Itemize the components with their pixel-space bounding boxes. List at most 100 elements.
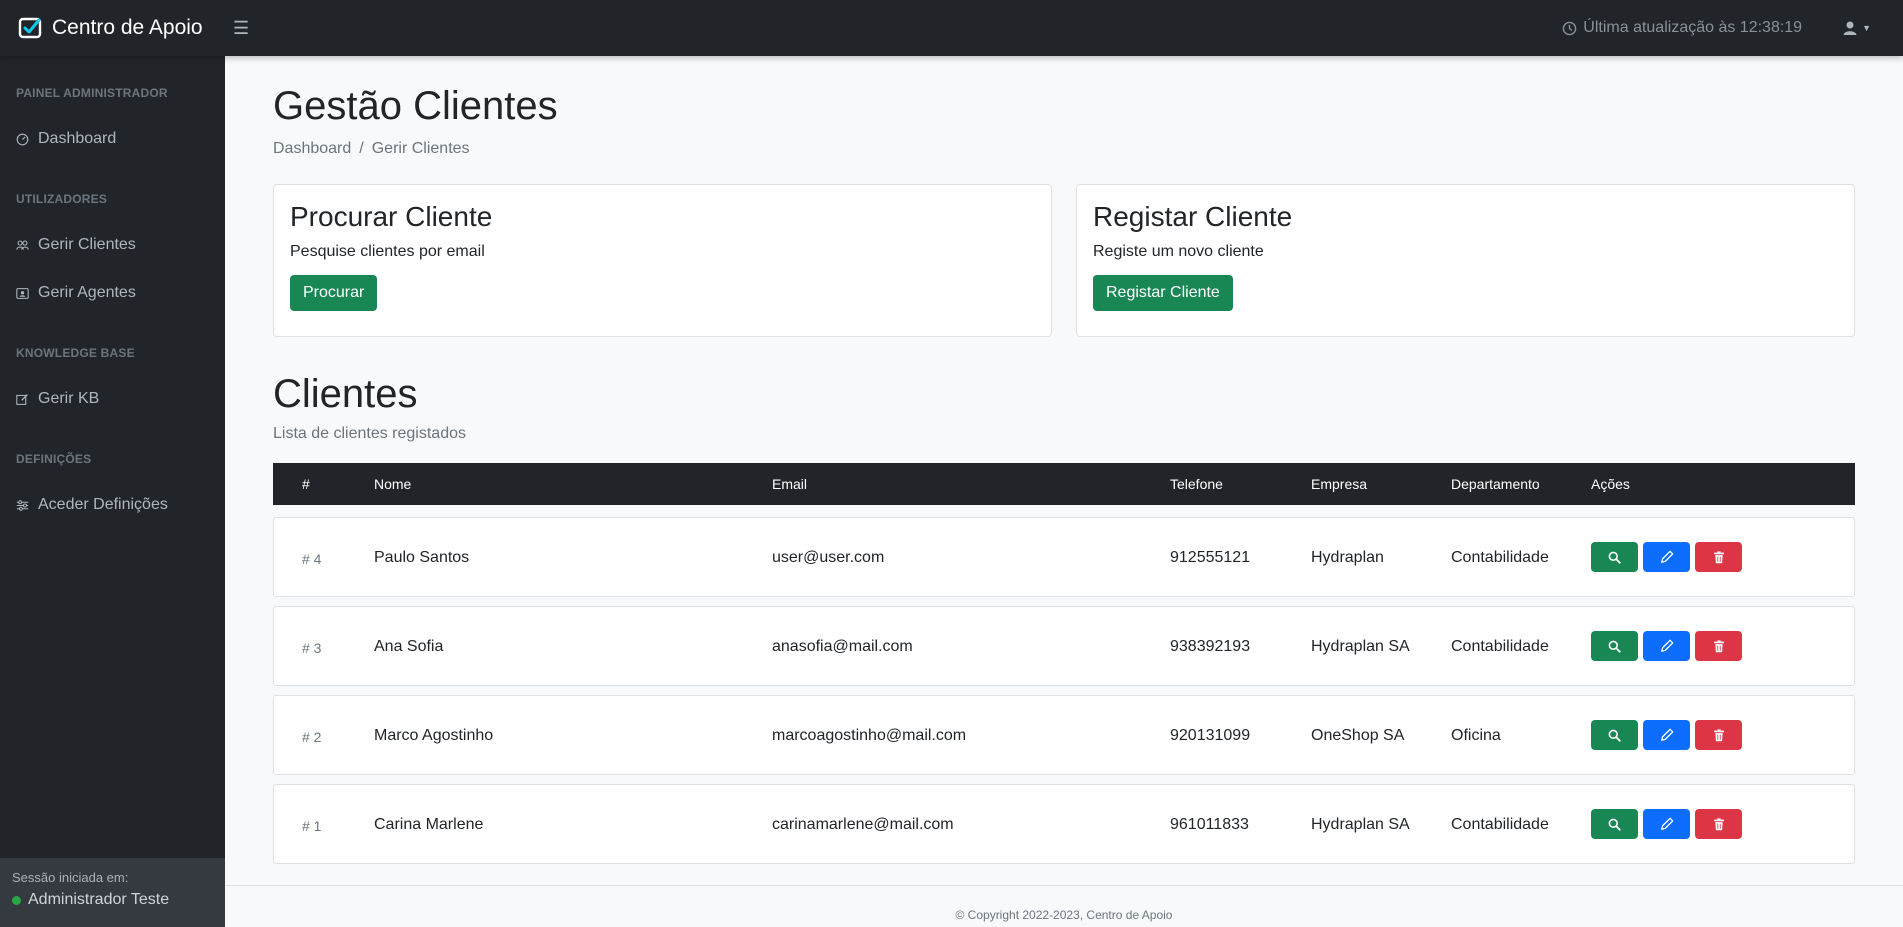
sidebar-heading-admin: PAINEL ADMINISTRADOR xyxy=(16,86,168,100)
edit-button[interactable] xyxy=(1643,631,1690,661)
session-label: Sessão iniciada em: xyxy=(12,870,129,885)
session-user-name: Administrador Teste xyxy=(28,891,170,908)
column-header: Nome xyxy=(374,476,412,492)
search-icon xyxy=(1608,640,1621,653)
last-update: Última atualização às 12:38:19 xyxy=(1562,19,1802,37)
row-email: carinamarlene@mail.com xyxy=(772,816,954,833)
sidebar-item-definicoes[interactable]: Aceder Definições xyxy=(16,496,168,514)
view-button[interactable] xyxy=(1591,809,1638,839)
sidebar-item-dashboard[interactable]: Dashboard xyxy=(16,130,116,148)
edit-button[interactable] xyxy=(1643,542,1690,572)
column-header: Email xyxy=(772,476,808,492)
sidebar-heading-users: UTILIZADORES xyxy=(16,192,108,206)
trash-icon xyxy=(1713,728,1724,741)
search-client-card: Procurar Cliente Pesquise clientes por e… xyxy=(273,184,1052,337)
register-client-button[interactable]: Registar Cliente xyxy=(1093,275,1233,311)
row-actions xyxy=(1591,720,1742,750)
column-header: Departamento xyxy=(1451,476,1540,492)
trash-icon xyxy=(1713,817,1724,830)
online-status-icon xyxy=(12,895,21,905)
row-email: anasofia@mail.com xyxy=(772,638,913,655)
table-row: # 2 Marco Agostinho marcoagostinho@mail.… xyxy=(273,695,1855,775)
column-header: Ações xyxy=(1591,476,1630,492)
row-id: # 4 xyxy=(302,551,322,567)
table-header: # Nome Email Telefone Empresa Departamen… xyxy=(273,463,1855,505)
view-button[interactable] xyxy=(1591,542,1638,572)
column-header: Empresa xyxy=(1311,476,1368,492)
table-row: # 4 Paulo Santos user@user.com 912555121… xyxy=(273,517,1855,597)
user-icon xyxy=(1843,21,1857,35)
gauge-icon xyxy=(16,133,29,145)
edit-icon xyxy=(16,393,28,405)
delete-button[interactable] xyxy=(1695,720,1742,750)
row-department: Contabilidade xyxy=(1451,549,1549,566)
view-button[interactable] xyxy=(1591,720,1638,750)
row-id: # 3 xyxy=(302,640,322,656)
copyright-text: © Copyright 2022-2023, Centro de Apoio xyxy=(955,908,1173,922)
pencil-icon xyxy=(1660,639,1673,652)
row-name: Paulo Santos xyxy=(374,549,470,566)
trash-icon xyxy=(1713,550,1724,563)
sidebar-item-label: Gerir Agentes xyxy=(38,284,136,301)
card-title: Procurar Cliente xyxy=(290,201,493,232)
card-text: Registe um novo cliente xyxy=(1093,243,1264,260)
row-company: Hydraplan SA xyxy=(1311,816,1410,833)
search-icon xyxy=(1608,729,1621,742)
brand-title: Centro de Apoio xyxy=(52,16,203,39)
row-company: Hydraplan xyxy=(1311,549,1384,566)
row-company: Hydraplan SA xyxy=(1311,638,1410,655)
row-email: user@user.com xyxy=(772,549,885,566)
search-button[interactable]: Procurar xyxy=(290,275,378,311)
row-phone: 920131099 xyxy=(1170,727,1251,744)
row-department: Contabilidade xyxy=(1451,638,1549,655)
brand[interactable]: Centro de Apoio xyxy=(0,15,225,41)
row-phone: 938392193 xyxy=(1170,638,1251,655)
row-company: OneShop SA xyxy=(1311,727,1405,744)
sidebar-heading-settings: DEFINIÇÕES xyxy=(16,452,92,466)
table-row: # 1 Carina Marlene carinamarlene@mail.co… xyxy=(273,784,1855,864)
pencil-icon xyxy=(1660,817,1673,830)
sidebar-item-label: Gerir KB xyxy=(38,390,100,407)
sidebar-item-gerir-agentes[interactable]: Gerir Agentes xyxy=(16,284,136,302)
top-navbar: Centro de Apoio ☰ Última atualização às … xyxy=(0,0,1903,56)
menu-toggle-icon[interactable]: ☰ xyxy=(233,18,249,39)
main-content: Gestão Clientes Dashboard / Gerir Clientes… xyxy=(225,56,1903,927)
breadcrumb-dashboard[interactable]: Dashboard xyxy=(273,140,351,157)
row-phone: 961011833 xyxy=(1170,816,1249,833)
row-name: Ana Sofia xyxy=(374,638,444,655)
card-title: Registar Cliente xyxy=(1093,201,1293,232)
delete-button[interactable] xyxy=(1695,809,1742,839)
sidebar-item-gerir-kb[interactable]: Gerir KB xyxy=(16,390,99,408)
search-icon xyxy=(1608,551,1621,564)
column-header: Telefone xyxy=(1170,476,1223,492)
pencil-icon xyxy=(1660,550,1673,563)
search-icon xyxy=(1608,818,1621,831)
edit-button[interactable] xyxy=(1643,720,1690,750)
sidebar-item-label: Dashboard xyxy=(38,130,117,147)
sliders-icon xyxy=(16,499,29,511)
row-name: Marco Agostinho xyxy=(374,727,494,744)
view-button[interactable] xyxy=(1591,631,1638,661)
column-header: # xyxy=(302,476,310,492)
trash-icon xyxy=(1713,639,1724,652)
edit-button[interactable] xyxy=(1643,809,1690,839)
breadcrumb: Dashboard / Gerir Clientes xyxy=(273,140,470,158)
chevron-down-icon: ▼ xyxy=(1862,23,1871,33)
row-department: Contabilidade xyxy=(1451,816,1549,833)
row-actions xyxy=(1591,631,1742,661)
breadcrumb-current: Gerir Clientes xyxy=(371,140,470,157)
sidebar-heading-kb: KNOWLEDGE BASE xyxy=(16,346,135,360)
row-id: # 1 xyxy=(302,818,322,834)
delete-button[interactable] xyxy=(1695,542,1742,572)
sidebar-item-label: Aceder Definições xyxy=(38,496,168,513)
last-update-text: Última atualização às 12:38:19 xyxy=(1583,19,1803,36)
logo-icon xyxy=(18,17,42,39)
session-user: Administrador Teste xyxy=(12,891,225,909)
row-actions xyxy=(1591,542,1742,572)
row-actions xyxy=(1591,809,1742,839)
sidebar-item-gerir-clientes[interactable]: Gerir Clientes xyxy=(16,236,136,254)
row-department: Oficina xyxy=(1451,727,1501,744)
delete-button[interactable] xyxy=(1695,631,1742,661)
row-email: marcoagostinho@mail.com xyxy=(772,727,967,744)
user-menu[interactable]: ▼ xyxy=(1842,20,1871,36)
